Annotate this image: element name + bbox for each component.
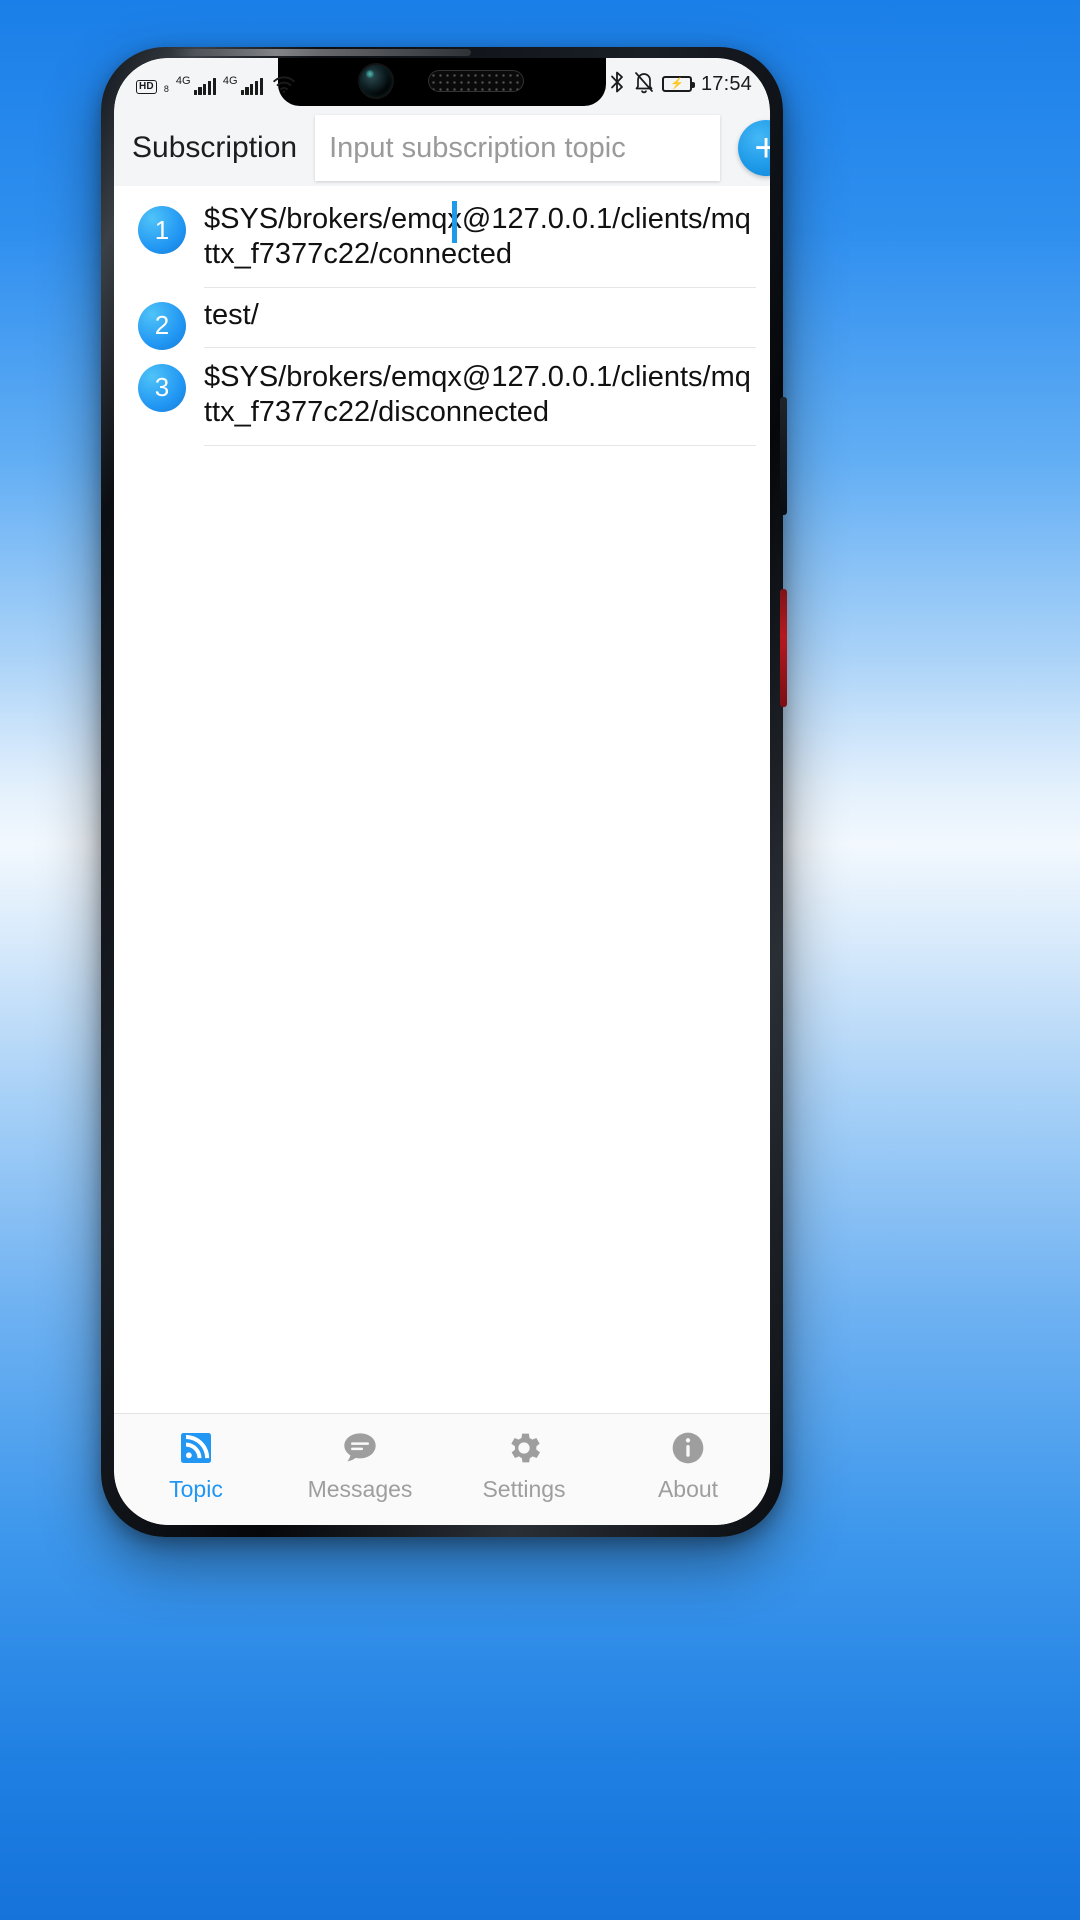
sim1-network-gen-label: 4G <box>175 75 191 87</box>
tab-about[interactable]: About <box>606 1428 770 1503</box>
bottom-navigation-bar: Topic Messages Settings About <box>114 1413 770 1525</box>
tab-about-label: About <box>657 1476 719 1502</box>
phone-screen: HD 8 4G 4G ⚡ 17:54 Subscription Input su… <box>114 58 770 1525</box>
status-bar: HD 8 4G 4G ⚡ 17:54 <box>114 58 770 110</box>
sim1-signal-bars-icon <box>193 77 216 95</box>
subscription-index-badge: 3 <box>138 363 186 412</box>
status-bar-left: HD 8 4G 4G <box>136 74 296 98</box>
tab-settings-label: Settings <box>482 1476 566 1502</box>
subscription-text-wrap: $SYS/brokers/emqx@127.0.0.1/clients/mqtt… <box>204 350 756 446</box>
bell-muted-icon <box>633 70 655 98</box>
tab-settings[interactable]: Settings <box>442 1428 606 1503</box>
battery-charging-icon: ⚡ <box>661 76 695 92</box>
chat-bubble-icon <box>340 1428 380 1468</box>
tab-topic[interactable]: Topic <box>114 1428 278 1503</box>
text-cursor-caret <box>452 201 457 243</box>
rss-feed-icon <box>176 1428 216 1468</box>
subscription-text-wrap: test/ <box>204 288 756 349</box>
subscription-index-badge: 2 <box>138 301 186 350</box>
hd-voice-icon: HD <box>136 80 157 94</box>
power-button[interactable] <box>780 397 787 515</box>
subscription-text-wrap: $SYS/brokers/emqx@127.0.0.1/clients/mqtt… <box>204 192 756 288</box>
info-circle-icon <box>668 1428 708 1468</box>
status-bar-right: ⚡ 17:54 <box>608 70 752 98</box>
app-header: Subscription + <box>114 110 770 186</box>
subscription-topic-input[interactable] <box>315 115 721 181</box>
phone-bezel: HD 8 4G 4G ⚡ 17:54 Subscription Input su… <box>114 58 770 1525</box>
earpiece-speaker <box>428 70 524 92</box>
subscription-index-badge: 1 <box>138 206 186 254</box>
display-notch <box>278 58 606 106</box>
wifi-icon <box>272 74 296 98</box>
list-item[interactable]: 3 $SYS/brokers/emqx@127.0.0.1/clients/mq… <box>114 350 770 446</box>
plus-icon: + <box>754 126 770 170</box>
add-subscription-button[interactable]: + <box>738 120 770 176</box>
subscription-topic-label: $SYS/brokers/emqx@127.0.0.1/clients/mqtt… <box>204 203 751 271</box>
tab-messages-label: Messages <box>307 1476 413 1502</box>
page-title: Subscription <box>132 131 298 164</box>
clock-label: 17:54 <box>700 72 752 95</box>
hd-voice-sub-label: 8 <box>163 84 169 94</box>
phone-device: HD 8 4G 4G ⚡ 17:54 Subscription Input su… <box>101 47 787 1537</box>
tab-messages[interactable]: Messages <box>278 1428 442 1503</box>
volume-button[interactable] <box>780 589 787 707</box>
list-item[interactable]: 1 $SYS/brokers/emqx@127.0.0.1/clients/mq… <box>114 192 770 288</box>
subscription-topic-label: $SYS/brokers/emqx@127.0.0.1/clients/mqtt… <box>204 360 751 429</box>
bluetooth-icon <box>608 70 626 98</box>
front-camera-icon <box>360 65 392 97</box>
tab-topic-label: Topic <box>169 1476 223 1502</box>
subscription-topic-label: test/ <box>204 298 259 331</box>
sim2-network-gen-label: 4G <box>222 75 238 87</box>
list-item[interactable]: 2 test/ <box>114 288 770 350</box>
gear-icon <box>504 1428 544 1468</box>
sim2-signal-bars-icon <box>240 77 263 95</box>
battery-bolt-glyph: ⚡ <box>670 77 684 90</box>
subscription-list[interactable]: 1 $SYS/brokers/emqx@127.0.0.1/clients/mq… <box>114 186 770 1413</box>
